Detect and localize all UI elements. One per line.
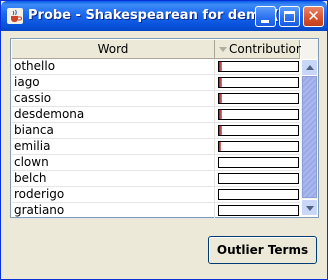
column-header-contribution[interactable]: Contribution <box>215 40 304 58</box>
close-icon: ✕ <box>307 7 320 25</box>
maximize-button[interactable] <box>279 6 300 27</box>
table-row[interactable]: emilia <box>12 139 300 155</box>
table-row[interactable]: bianca <box>12 123 300 139</box>
title-bar[interactable]: Probe - Shakespearean for demo (... ✕ <box>1 1 327 31</box>
table-row[interactable]: othello <box>12 59 300 75</box>
outlier-terms-button[interactable]: Outlier Terms <box>208 236 317 264</box>
contribution-bar <box>218 109 299 120</box>
vertical-scrollbar[interactable] <box>301 40 318 216</box>
column-header-word[interactable]: Word <box>12 40 215 58</box>
word-table: Word Contribution othello iago cassio de… <box>10 38 319 219</box>
contribution-bar <box>218 61 299 72</box>
word-cell: othello <box>12 59 215 75</box>
word-cell: roderigo <box>12 187 215 203</box>
word-cell: clown <box>12 155 215 171</box>
table-body: othello iago cassio desdemona bianca emi… <box>12 59 300 219</box>
word-cell: iago <box>12 75 215 91</box>
probe-window: Probe - Shakespearean for demo (... ✕ Wo… <box>0 0 328 280</box>
maximize-icon <box>284 11 295 22</box>
table-row[interactable]: desdemona <box>12 107 300 123</box>
contribution-bar <box>218 77 299 88</box>
window-title: Probe - Shakespearean for demo (... <box>28 8 294 23</box>
contribution-bar <box>218 141 299 152</box>
contribution-bar <box>218 93 299 104</box>
arrow-up-icon <box>306 65 314 70</box>
sort-descending-icon <box>219 47 227 52</box>
arrow-down-icon <box>306 206 314 211</box>
close-button[interactable]: ✕ <box>303 6 324 27</box>
scroll-down-button[interactable] <box>301 199 318 216</box>
contribution-bar-fill <box>219 142 222 151</box>
contribution-bar-fill <box>219 94 223 103</box>
word-cell: bianca <box>12 123 215 139</box>
contribution-bar-fill <box>219 62 223 71</box>
contribution-bar <box>218 157 299 168</box>
word-cell: cassio <box>12 91 215 107</box>
table-row[interactable]: roderigo <box>12 187 300 203</box>
table-row[interactable]: gratiano <box>12 203 300 219</box>
table-row[interactable]: belch <box>12 171 300 187</box>
table-row[interactable]: iago <box>12 75 300 91</box>
contribution-bar <box>218 189 299 200</box>
table-row[interactable]: clown <box>12 155 300 171</box>
column-header-contribution-label: Contribution <box>229 42 304 56</box>
table-row[interactable]: cassio <box>12 91 300 107</box>
contribution-bar <box>218 125 299 136</box>
scroll-up-button[interactable] <box>301 59 318 76</box>
contribution-bar-fill <box>219 78 223 87</box>
minimize-button[interactable] <box>255 6 276 27</box>
contribution-bar-fill <box>219 126 223 135</box>
word-cell: gratiano <box>12 203 215 219</box>
contribution-bar <box>218 173 299 184</box>
word-cell: emilia <box>12 139 215 155</box>
java-cup-icon[interactable] <box>7 8 23 24</box>
table-header: Word Contribution <box>12 40 304 59</box>
minimize-icon <box>261 20 269 23</box>
contribution-bar-fill <box>219 110 223 119</box>
scrollbar-thumb[interactable] <box>302 76 317 198</box>
word-cell: desdemona <box>12 107 215 123</box>
contribution-bar <box>218 205 299 216</box>
word-cell: belch <box>12 171 215 187</box>
